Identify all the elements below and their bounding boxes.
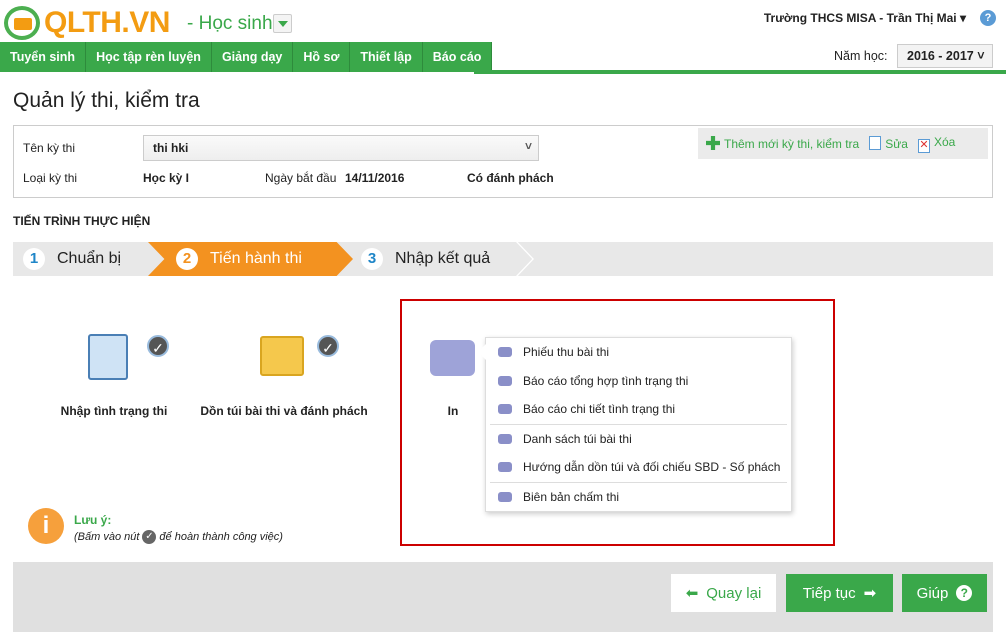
user-menu[interactable]: Trường THCS MISA - Trần Thị Mai ▾ bbox=[764, 11, 966, 25]
step-2[interactable]: 2 Tiến hành thi bbox=[148, 242, 353, 276]
note-text: (Bấm vào nút ✓ để hoàn thành công việc) bbox=[74, 530, 283, 544]
section-title: TIẾN TRÌNH THỰC HIỆN bbox=[13, 214, 151, 228]
exam-actions: Thêm mới kỳ thi, kiểm tra Sửa ✕ Xóa bbox=[698, 128, 988, 159]
edit-icon bbox=[869, 136, 882, 150]
folder-icon[interactable] bbox=[260, 336, 304, 376]
arrow-left-icon: ⬅ bbox=[685, 585, 699, 602]
nav-ho-so[interactable]: Hồ sơ bbox=[293, 42, 351, 72]
card-in[interactable]: In bbox=[433, 404, 473, 418]
exam-name-label: Tên kỳ thi bbox=[23, 141, 76, 155]
step-chevron bbox=[516, 242, 534, 276]
menu-item[interactable]: Hướng dẫn dồn túi và đối chiếu SBD - Số … bbox=[486, 453, 791, 482]
page-title: Quản lý thi, kiểm tra bbox=[13, 89, 200, 112]
exam-select[interactable]: thi hki bbox=[143, 134, 539, 161]
exam-type-label: Loại kỳ thi bbox=[23, 171, 78, 185]
start-date-label: Ngày bắt đầu bbox=[265, 171, 337, 185]
logo[interactable]: QLTH.VN bbox=[4, 6, 170, 40]
nav-bao-cao[interactable]: Báo cáo bbox=[422, 42, 493, 72]
card-nhap-tinh-trang[interactable]: Nhập tình trạng thi bbox=[50, 404, 178, 418]
note-title: Lưu ý: bbox=[74, 513, 112, 527]
help-icon[interactable]: ? bbox=[980, 10, 996, 26]
progress-steps: 1 Chuẩn bị 2 Tiến hành thi 3 Nhập kết quả bbox=[13, 242, 993, 276]
check-icon[interactable]: ✓ bbox=[317, 335, 339, 357]
question-icon: ? bbox=[956, 585, 973, 601]
nav-giang-day[interactable]: Giảng dạy bbox=[211, 42, 294, 72]
logo-icon bbox=[4, 6, 40, 40]
delete-icon: ✕ bbox=[917, 138, 930, 153]
nav-thiet-lap[interactable]: Thiết lập bbox=[350, 42, 423, 72]
print-menu: Phiếu thu bài thi Báo cáo tổng hợp tình … bbox=[478, 337, 792, 512]
help-button[interactable]: Giúp? bbox=[902, 574, 987, 612]
clipboard-icon[interactable] bbox=[88, 334, 128, 380]
add-exam-button[interactable]: Thêm mới kỳ thi, kiểm tra bbox=[706, 136, 859, 151]
start-date-value: 14/11/2016 bbox=[345, 171, 405, 185]
printer-icon bbox=[498, 491, 512, 502]
step-3[interactable]: 3 Nhập kết quả bbox=[361, 242, 490, 276]
role-label: - Học sinh bbox=[187, 13, 273, 34]
printer-icon bbox=[498, 375, 512, 386]
arrow-right-icon: ➡ bbox=[863, 585, 877, 602]
delete-button[interactable]: ✕ Xóa bbox=[917, 135, 955, 153]
printer-icon bbox=[498, 462, 512, 473]
card-don-tui[interactable]: Dồn túi bài thi và đánh phách bbox=[195, 404, 373, 418]
step-1[interactable]: 1 Chuẩn bị bbox=[23, 242, 121, 276]
exam-type-value: Học kỳ I bbox=[143, 171, 190, 185]
printer-icon bbox=[498, 433, 512, 444]
nav-divider bbox=[474, 70, 1006, 74]
year-label: Năm học: bbox=[834, 49, 888, 63]
menu-item[interactable]: Báo cáo chi tiết tình trạng thi bbox=[486, 395, 791, 424]
info-icon: i bbox=[28, 508, 64, 544]
nav-hoc-tap[interactable]: Học tập rèn luyện bbox=[86, 42, 212, 72]
next-button[interactable]: Tiếp tục ➡ bbox=[786, 574, 893, 612]
printer-icon bbox=[498, 404, 512, 415]
role-dropdown[interactable] bbox=[273, 14, 292, 33]
menu-item[interactable]: Biên bản chấm thi bbox=[486, 483, 791, 512]
main-nav: Tuyển sinh Học tập rèn luyện Giảng dạy H… bbox=[0, 42, 493, 72]
nav-tuyen-sinh[interactable]: Tuyển sinh bbox=[0, 42, 87, 72]
back-button[interactable]: ⬅ Quay lại bbox=[671, 574, 776, 612]
check-icon: ✓ bbox=[142, 530, 157, 544]
year-select[interactable]: 2016 - 2017 ˅ bbox=[897, 44, 993, 68]
printer-icon bbox=[498, 347, 512, 358]
printer-icon[interactable] bbox=[430, 340, 475, 376]
plus-icon bbox=[706, 136, 720, 150]
check-icon[interactable]: ✓ bbox=[147, 335, 169, 357]
menu-item[interactable]: Danh sách túi bài thi bbox=[486, 425, 791, 454]
edit-button[interactable]: Sửa bbox=[869, 136, 908, 151]
phach-status: Có đánh phách bbox=[467, 171, 554, 185]
menu-item[interactable]: Phiếu thu bài thi bbox=[486, 338, 791, 367]
menu-item[interactable]: Báo cáo tổng hợp tình trạng thi bbox=[486, 367, 791, 396]
